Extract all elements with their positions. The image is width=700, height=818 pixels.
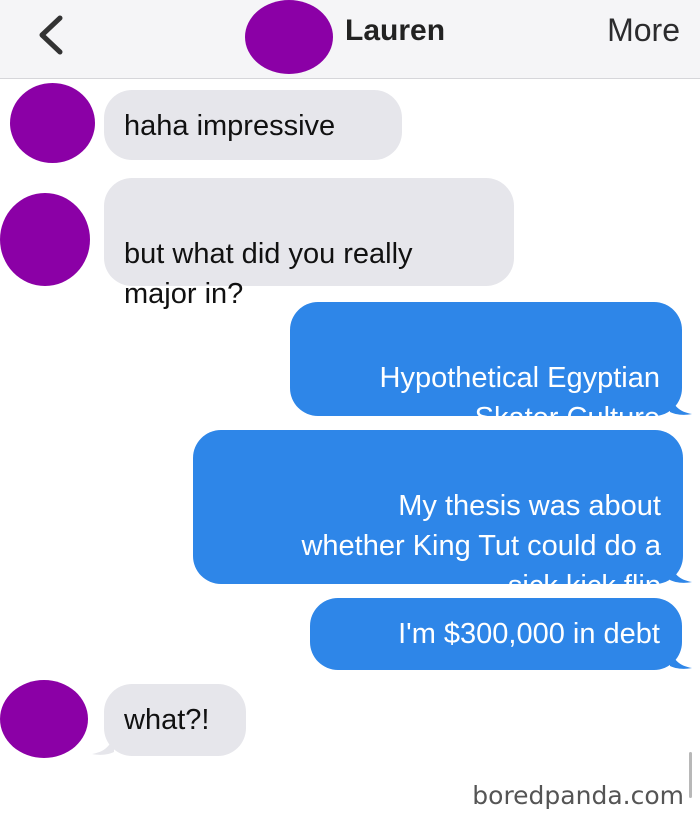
more-button[interactable]: More [607,12,680,49]
message-text: Hypothetical Egyptian Skater Culture [379,362,661,434]
message-bubble-outgoing[interactable]: I'm $300,000 in debt [310,598,682,670]
message-text: but what did you really major in? [124,238,413,310]
bubble-tail [670,560,692,583]
bubble-tail [92,732,114,755]
sender-avatar [0,193,90,286]
message-bubble-incoming[interactable]: what?! [104,684,246,756]
message-text: My thesis was about whether King Tut cou… [301,490,661,602]
conversation-header: Lauren More [0,0,700,79]
message-bubble-outgoing[interactable]: Hypothetical Egyptian Skater Culture [290,302,682,434]
bubble-tail [670,646,692,669]
message-bubble-incoming[interactable]: but what did you really major in? [104,178,514,310]
message-text: haha impressive [124,110,336,142]
contact-avatar[interactable] [245,0,333,74]
contact-name[interactable]: Lauren [345,14,445,48]
message-text: what?! [124,704,210,736]
message-bubble-outgoing[interactable]: My thesis was about whether King Tut cou… [193,430,683,602]
sender-avatar [0,680,88,758]
sender-avatar [10,83,95,163]
scrollbar[interactable] [689,752,692,798]
message-text: I'm $300,000 in debt [398,618,660,650]
bubble-tail [670,392,692,415]
watermark: boredpanda.com [472,781,684,810]
message-bubble-incoming[interactable]: haha impressive [104,90,402,160]
chevron-left-icon[interactable] [28,12,74,58]
